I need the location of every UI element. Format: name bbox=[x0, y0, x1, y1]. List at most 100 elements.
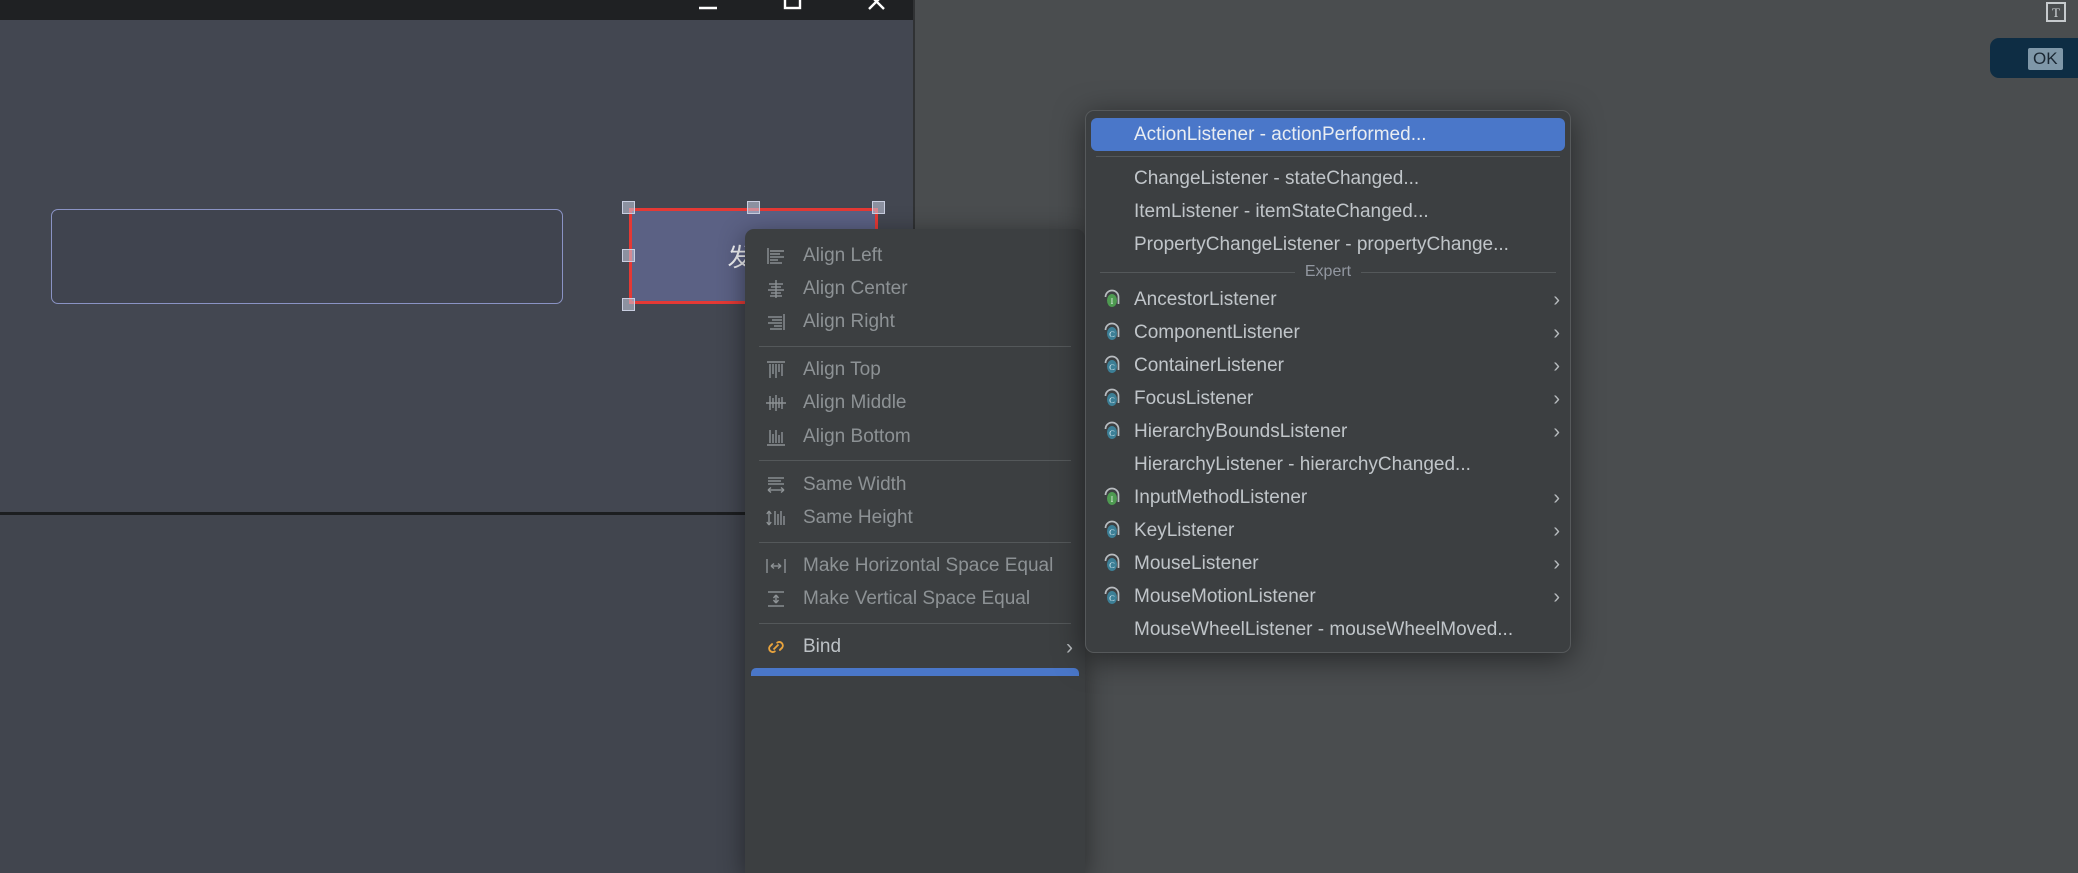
text-tool-glyph: T bbox=[2046, 2, 2066, 22]
resize-handle-n[interactable] bbox=[747, 201, 760, 214]
chevron-right-icon: › bbox=[1553, 420, 1560, 443]
menu-item-label: Align Right bbox=[803, 310, 895, 332]
submenu-separator bbox=[1096, 156, 1560, 157]
listener-item-actionlistener[interactable]: ActionListener - actionPerformed... bbox=[1091, 118, 1565, 151]
same-width-icon bbox=[763, 474, 789, 496]
menu-item-align-bottom: Align Bottom bbox=[745, 420, 1085, 453]
listener-item-ancestorlistener[interactable]: I AncestorListener › bbox=[1086, 283, 1570, 316]
chevron-right-icon: › bbox=[1553, 354, 1560, 377]
listener-item-inputmethodlistener[interactable]: I InputMethodListener › bbox=[1086, 481, 1570, 514]
class-blue-icon: C bbox=[1100, 388, 1124, 410]
group-label: Expert bbox=[1304, 263, 1352, 280]
minimize-icon[interactable] bbox=[693, 0, 723, 16]
listener-item-label: ComponentListener bbox=[1134, 321, 1300, 343]
menu-item-make-vertical-space-equal: Make Vertical Space Equal bbox=[745, 583, 1085, 616]
menu-item-align-left: Align Left bbox=[745, 239, 1085, 272]
menu-separator bbox=[759, 345, 1071, 347]
svg-text:C: C bbox=[1109, 362, 1115, 372]
listener-item-changelistener[interactable]: ChangeListener - stateChanged... bbox=[1086, 162, 1570, 195]
listener-item-propertychangelistener[interactable]: PropertyChangeListener - propertyChange.… bbox=[1086, 228, 1570, 261]
svg-text:C: C bbox=[1109, 329, 1115, 339]
listener-item-label: KeyListener bbox=[1134, 519, 1235, 541]
align-left-icon bbox=[763, 245, 789, 267]
svg-text:I: I bbox=[1111, 495, 1114, 504]
svg-text:C: C bbox=[1109, 527, 1115, 537]
align-center-icon bbox=[763, 278, 789, 300]
listener-item-componentlistener[interactable]: C ComponentListener › bbox=[1086, 316, 1570, 349]
menu-item-label: Make Horizontal Space Equal bbox=[803, 555, 1054, 577]
menu-item-same-width: Same Width bbox=[745, 468, 1085, 501]
ok-button[interactable]: OK bbox=[2028, 48, 2063, 70]
svg-text:C: C bbox=[1109, 395, 1115, 405]
listener-item-mouselistener[interactable]: C MouseListener › bbox=[1086, 547, 1570, 580]
listener-item-label: HierarchyListener - hierarchyChanged... bbox=[1134, 453, 1471, 475]
svg-text:C: C bbox=[1109, 560, 1115, 570]
vertical-space-icon bbox=[763, 588, 789, 610]
listener-item-label: ActionListener - actionPerformed... bbox=[1134, 123, 1427, 145]
interface-green-icon: I bbox=[1100, 289, 1124, 311]
ok-dialog: OK bbox=[1990, 38, 2078, 78]
class-blue-icon: C bbox=[1100, 322, 1124, 344]
listener-item-label: InputMethodListener bbox=[1134, 486, 1308, 508]
class-blue-icon: C bbox=[1100, 520, 1124, 542]
resize-handle-nw[interactable] bbox=[622, 201, 635, 214]
align-middle-icon bbox=[763, 392, 789, 414]
same-height-icon bbox=[763, 507, 789, 529]
listener-item-focuslistener[interactable]: C FocusListener › bbox=[1086, 382, 1570, 415]
menu-item-align-middle: Align Middle bbox=[745, 387, 1085, 420]
submenu-group-header: Expert bbox=[1086, 261, 1570, 283]
chevron-right-icon: › bbox=[1553, 288, 1560, 311]
menu-item-label: Align Middle bbox=[803, 392, 907, 414]
link-icon bbox=[763, 636, 789, 658]
listener-item-label: FocusListener bbox=[1134, 387, 1254, 409]
listener-item-mousewheellistener[interactable]: MouseWheelListener - mouseWheelMoved... bbox=[1086, 613, 1570, 646]
listener-item-containerlistener[interactable]: C ContainerListener › bbox=[1086, 349, 1570, 382]
listener-submenu[interactable]: ActionListener - actionPerformed... Chang… bbox=[1085, 110, 1571, 653]
chevron-right-icon: › bbox=[1553, 321, 1560, 344]
horizontal-space-icon bbox=[763, 555, 789, 577]
listener-item-label: PropertyChangeListener - propertyChange.… bbox=[1134, 233, 1509, 255]
menu-item-label: Align Bottom bbox=[803, 425, 911, 447]
menu-item-label: Align Left bbox=[803, 244, 883, 266]
svg-text:C: C bbox=[1109, 593, 1115, 603]
listener-item-label: MouseWheelListener - mouseWheelMoved... bbox=[1134, 618, 1514, 640]
menu-item-same-height: Same Height bbox=[745, 501, 1085, 534]
listener-item-label: MouseMotionListener bbox=[1134, 585, 1316, 607]
listener-item-label: ItemListener - itemStateChanged... bbox=[1134, 200, 1429, 222]
chevron-right-icon: › bbox=[1553, 552, 1560, 575]
menu-item-bind[interactable]: Bind › bbox=[745, 631, 1085, 664]
listener-item-hierarchyboundslistener[interactable]: C HierarchyBoundsListener › bbox=[1086, 415, 1570, 448]
listener-item-label: ContainerListener bbox=[1134, 354, 1284, 376]
group-rule-right bbox=[1361, 271, 1556, 273]
menu-separator bbox=[759, 622, 1071, 624]
window-controls bbox=[693, 0, 891, 18]
menu-item-label: Same Height bbox=[803, 506, 913, 528]
resize-handle-sw[interactable] bbox=[622, 298, 635, 311]
chevron-right-icon: › bbox=[1553, 387, 1560, 410]
menu-item-highlight-partial[interactable] bbox=[751, 668, 1079, 677]
resize-handle-ne[interactable] bbox=[872, 201, 885, 214]
listener-item-keylistener[interactable]: C KeyListener › bbox=[1086, 514, 1570, 547]
menu-item-label: Bind bbox=[803, 636, 842, 658]
listener-item-label: AncestorListener bbox=[1134, 288, 1277, 310]
menu-item-label: Make Vertical Space Equal bbox=[803, 588, 1031, 610]
menu-item-label: Align Center bbox=[803, 277, 908, 299]
menu-item-label: Same Width bbox=[803, 473, 907, 495]
listener-item-itemlistener[interactable]: ItemListener - itemStateChanged... bbox=[1086, 195, 1570, 228]
resize-handle-w[interactable] bbox=[622, 249, 635, 262]
maximize-icon[interactable] bbox=[777, 0, 807, 16]
right-tool-strip: T OK bbox=[1990, 0, 2078, 120]
text-tool-icon[interactable]: T bbox=[2046, 2, 2072, 28]
alignment-context-menu[interactable]: Align Left Align Center Align Right Align T… bbox=[745, 229, 1085, 873]
align-right-icon bbox=[763, 311, 789, 333]
listener-item-mousemotionlistener[interactable]: C MouseMotionListener › bbox=[1086, 580, 1570, 613]
listener-item-label: HierarchyBoundsListener bbox=[1134, 420, 1348, 442]
interface-green-icon: I bbox=[1100, 487, 1124, 509]
close-icon[interactable] bbox=[861, 0, 891, 16]
class-blue-icon: C bbox=[1100, 421, 1124, 443]
listener-item-hierarchylistener[interactable]: HierarchyListener - hierarchyChanged... bbox=[1086, 448, 1570, 481]
menu-item-align-center: Align Center bbox=[745, 272, 1085, 305]
text-field-component[interactable] bbox=[51, 209, 563, 304]
menu-separator bbox=[759, 541, 1071, 543]
chevron-right-icon: › bbox=[1553, 486, 1560, 509]
